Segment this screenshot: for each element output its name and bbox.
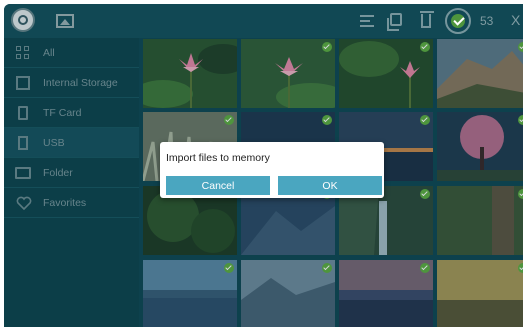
top-toolbar: 53 X bbox=[4, 4, 523, 38]
thumbnail-harbor-sunset[interactable] bbox=[339, 260, 433, 327]
avatar-icon[interactable] bbox=[11, 8, 35, 32]
sidebar-item-all[interactable]: All bbox=[4, 38, 139, 68]
list-icon[interactable] bbox=[360, 15, 374, 27]
sidebar-item-favorites[interactable]: Favorites bbox=[4, 188, 139, 218]
sidebar-item-folder[interactable]: Folder bbox=[4, 158, 139, 188]
selected-check-icon bbox=[518, 115, 523, 125]
selected-check-icon bbox=[322, 42, 332, 52]
sidebar-item-label: USB bbox=[43, 136, 65, 149]
selected-check-icon bbox=[518, 42, 523, 52]
ok-button[interactable]: OK bbox=[278, 176, 382, 195]
sidebar-item-usb[interactable]: USB bbox=[4, 128, 139, 158]
import-dialog: Import files to memory Cancel OK bbox=[160, 142, 384, 198]
sidebar-item-label: All bbox=[43, 46, 55, 59]
thumbnail-rocky-hill[interactable] bbox=[437, 39, 523, 108]
dialog-title: Import files to memory bbox=[166, 152, 270, 164]
sidebar: All Internal Storage TF Card USB Folder … bbox=[4, 38, 139, 327]
close-icon[interactable]: X bbox=[511, 12, 520, 28]
thumbnail-lotus-3[interactable] bbox=[339, 39, 433, 108]
sidebar-item-label: Internal Storage bbox=[43, 76, 118, 89]
select-all-icon[interactable] bbox=[445, 8, 471, 34]
app-screen: 53 X All Internal Storage TF Card USB Fo… bbox=[4, 4, 523, 327]
trash-icon[interactable] bbox=[420, 11, 434, 28]
sd-card-icon bbox=[18, 105, 28, 120]
selected-check-icon bbox=[518, 263, 523, 273]
selected-count: 53 bbox=[480, 14, 494, 28]
folder-icon bbox=[15, 166, 31, 179]
usb-icon bbox=[18, 135, 28, 150]
cancel-button[interactable]: Cancel bbox=[166, 176, 270, 195]
selected-check-icon bbox=[420, 115, 430, 125]
thumbnail-lake[interactable] bbox=[143, 260, 237, 327]
storage-icon bbox=[16, 75, 30, 90]
selected-check-icon bbox=[224, 115, 234, 125]
thumbnail-mountain-lake[interactable] bbox=[241, 260, 335, 327]
sidebar-item-label: TF Card bbox=[43, 106, 82, 119]
thumbnail-lotus-1[interactable] bbox=[143, 39, 237, 108]
sidebar-item-label: Favorites bbox=[43, 196, 87, 209]
selected-check-icon bbox=[224, 263, 234, 273]
selected-check-icon bbox=[420, 189, 430, 199]
selected-check-icon bbox=[322, 115, 332, 125]
grid-icon bbox=[16, 45, 30, 60]
gallery-icon[interactable] bbox=[56, 14, 74, 28]
thumbnail-tree-trunk[interactable] bbox=[437, 186, 523, 255]
selected-check-icon bbox=[518, 189, 523, 199]
thumbnail-sunset[interactable] bbox=[437, 260, 523, 327]
selected-check-icon bbox=[420, 263, 430, 273]
selected-check-icon bbox=[322, 263, 332, 273]
sidebar-item-label: Folder bbox=[43, 166, 73, 179]
selected-check-icon bbox=[420, 42, 430, 52]
thumbnail-lotus-2[interactable] bbox=[241, 39, 335, 108]
sidebar-item-internal-storage[interactable]: Internal Storage bbox=[4, 68, 139, 98]
copy-icon[interactable] bbox=[387, 13, 402, 31]
sidebar-item-tf-card[interactable]: TF Card bbox=[4, 98, 139, 128]
thumbnail-pink-tree[interactable] bbox=[437, 112, 523, 181]
heart-icon bbox=[16, 196, 32, 210]
